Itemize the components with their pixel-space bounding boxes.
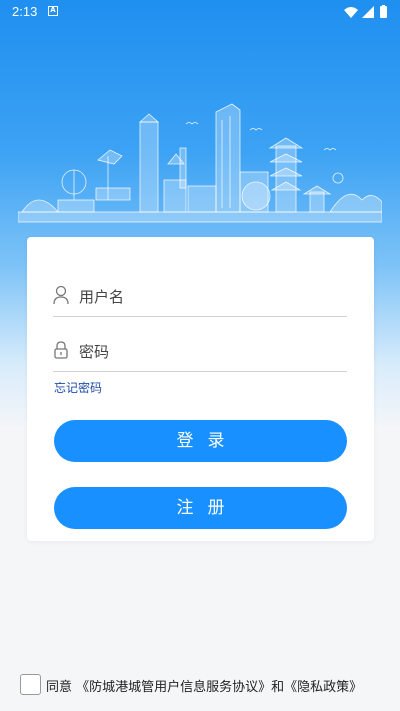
status-time: 2:13 <box>12 4 38 19</box>
user-icon <box>53 285 69 305</box>
battery-icon <box>380 6 387 18</box>
password-input[interactable] <box>79 338 339 366</box>
city-skyline-illustration <box>18 103 382 223</box>
login-button[interactable]: 登录 <box>54 420 347 462</box>
forgot-password-link[interactable]: 忘记密码 <box>54 379 102 396</box>
agreement-text[interactable]: 同意 《防城港城管用户信息服务协议》和《隐私政策》 <box>46 676 362 695</box>
register-button[interactable]: 注册 <box>54 487 347 529</box>
username-field <box>53 281 347 317</box>
signal-icon <box>362 6 374 18</box>
wifi-icon <box>344 7 358 18</box>
login-card: 忘记密码 登录 注册 <box>27 237 374 541</box>
username-input[interactable] <box>79 283 339 311</box>
lock-icon <box>54 341 68 359</box>
password-field <box>53 336 347 372</box>
a-icon: A <box>48 6 58 16</box>
status-bar: 2:13 A <box>0 0 400 24</box>
status-icons <box>344 5 387 18</box>
agreement-row: 同意 《防城港城管用户信息服务协议》和《隐私政策》 <box>20 674 390 696</box>
agreement-checkbox[interactable] <box>20 674 41 695</box>
